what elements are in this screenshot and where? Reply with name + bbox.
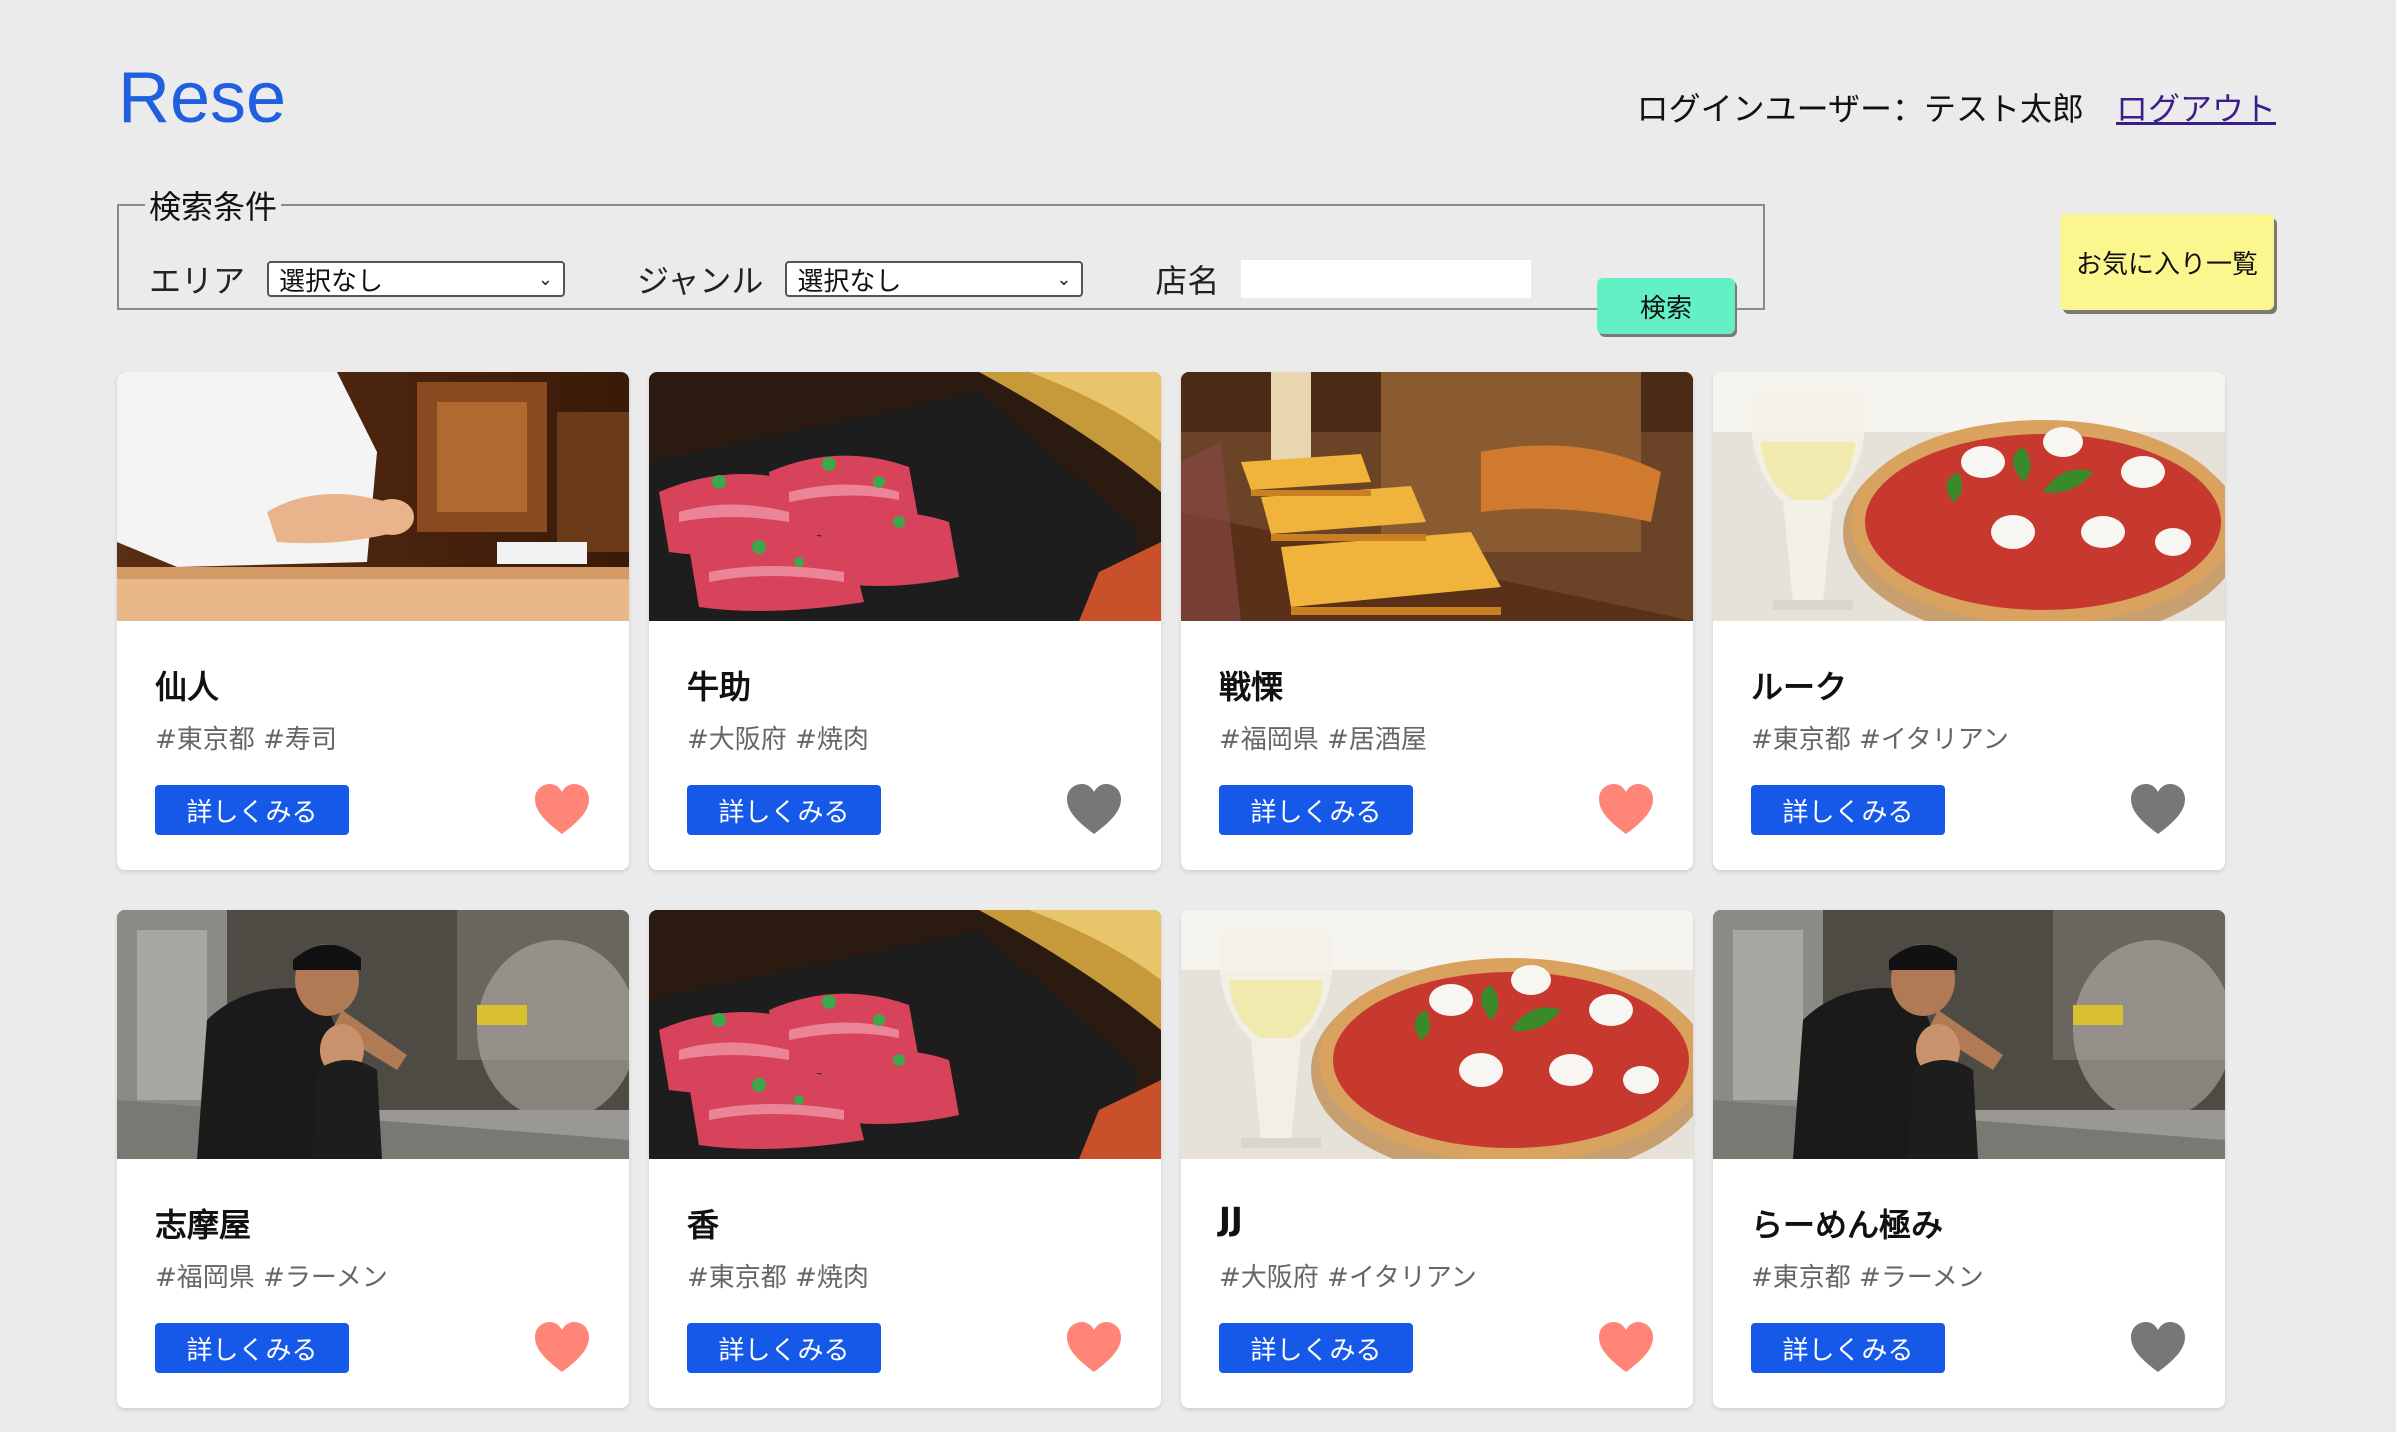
app-logo[interactable]: Rese bbox=[118, 62, 286, 134]
detail-button[interactable]: 詳しくみる bbox=[1751, 1323, 1945, 1373]
shop-name: 戦慄 bbox=[1219, 668, 1284, 706]
shop-name: らーめん極み bbox=[1751, 1206, 1944, 1244]
shop-card: 牛助 #大阪府 #焼肉 詳しくみる bbox=[649, 372, 1161, 870]
shop-image bbox=[117, 372, 629, 621]
shop-card: 香 #東京都 #焼肉 詳しくみる bbox=[649, 910, 1161, 1408]
shop-name-input[interactable] bbox=[1241, 260, 1532, 298]
chevron-down-icon: ⌄ bbox=[537, 268, 554, 290]
logout-link[interactable]: ログアウト bbox=[2116, 84, 2276, 130]
search-row: エリア 選択なし ⌄ ジャンル 選択なし ⌄ 店名 bbox=[149, 256, 1532, 302]
search-panel: 検索条件 エリア 選択なし ⌄ ジャンル 選択なし ⌄ 店名 検索 bbox=[117, 182, 1765, 334]
shop-name: JJ bbox=[1219, 1200, 1243, 1238]
detail-button[interactable]: 詳しくみる bbox=[1751, 785, 1945, 835]
shop-card: 志摩屋 #福岡県 #ラーメン 詳しくみる bbox=[117, 910, 629, 1408]
shop-image bbox=[117, 910, 629, 1159]
heart-icon[interactable] bbox=[1065, 782, 1123, 838]
detail-button[interactable]: 詳しくみる bbox=[687, 1323, 881, 1373]
shop-name: 志摩屋 bbox=[155, 1206, 252, 1244]
shop-name: 仙人 bbox=[155, 668, 220, 706]
area-select-value: 選択なし bbox=[279, 266, 384, 297]
shop-name: 香 bbox=[687, 1206, 720, 1244]
shop-card: らーめん極み #東京都 #ラーメン 詳しくみる bbox=[1713, 910, 2225, 1408]
shop-tags: #福岡県 #居酒屋 bbox=[1219, 725, 1427, 755]
genre-label: ジャンル bbox=[637, 262, 764, 300]
shop-tags: #東京都 #イタリアン bbox=[1751, 725, 2009, 755]
shop-tags: #大阪府 #イタリアン bbox=[1219, 1263, 1477, 1293]
heart-filled-icon[interactable] bbox=[1597, 1320, 1655, 1376]
search-button[interactable]: 検索 bbox=[1597, 278, 1735, 334]
detail-button[interactable]: 詳しくみる bbox=[687, 785, 881, 835]
area-select[interactable]: 選択なし ⌄ bbox=[267, 261, 566, 297]
shop-tags: #東京都 #ラーメン bbox=[1751, 1263, 1984, 1293]
shop-tags: #大阪府 #焼肉 bbox=[687, 725, 869, 755]
detail-button[interactable]: 詳しくみる bbox=[155, 1323, 349, 1373]
shop-image bbox=[1713, 372, 2225, 621]
heart-filled-icon[interactable] bbox=[1065, 1320, 1123, 1376]
shop-card: 戦慄 #福岡県 #居酒屋 詳しくみる bbox=[1181, 372, 1693, 870]
heart-filled-icon[interactable] bbox=[533, 1320, 591, 1376]
heart-icon[interactable] bbox=[2129, 1320, 2187, 1376]
shop-image bbox=[1181, 910, 1693, 1159]
shop-tags: #東京都 #焼肉 bbox=[687, 1263, 869, 1293]
detail-button[interactable]: 詳しくみる bbox=[1219, 785, 1413, 835]
shop-tags: #東京都 #寿司 bbox=[155, 725, 337, 755]
shop-image bbox=[1713, 910, 2225, 1159]
genre-select-value: 選択なし bbox=[797, 266, 902, 297]
detail-button[interactable]: 詳しくみる bbox=[1219, 1323, 1413, 1373]
shop-name-label: 店名 bbox=[1155, 262, 1220, 300]
area-label: エリア bbox=[149, 262, 246, 300]
user-area: ログインユーザー：テスト太郎 ログアウト bbox=[1637, 84, 2276, 130]
shop-image bbox=[1181, 372, 1693, 621]
favorites-list-button[interactable]: お気に入り一覧 bbox=[2060, 214, 2274, 310]
page: Rese ログインユーザー：テスト太郎 ログアウト 検索条件 エリア 選択なし … bbox=[0, 0, 2396, 1432]
shop-tags: #福岡県 #ラーメン bbox=[155, 1263, 388, 1293]
genre-select[interactable]: 選択なし ⌄ bbox=[785, 261, 1084, 297]
search-legend: 検索条件 bbox=[149, 188, 278, 226]
shop-name: 牛助 bbox=[687, 668, 752, 706]
shop-card: JJ #大阪府 #イタリアン 詳しくみる bbox=[1181, 910, 1693, 1408]
shop-card: ルーク #東京都 #イタリアン 詳しくみる bbox=[1713, 372, 2225, 870]
shop-image bbox=[649, 372, 1161, 621]
heart-filled-icon[interactable] bbox=[1597, 782, 1655, 838]
heart-filled-icon[interactable] bbox=[533, 782, 591, 838]
detail-button[interactable]: 詳しくみる bbox=[155, 785, 349, 835]
shop-name: ルーク bbox=[1751, 668, 1848, 706]
chevron-down-icon: ⌄ bbox=[1056, 268, 1072, 290]
shop-card: 仙人 #東京都 #寿司 詳しくみる bbox=[117, 372, 629, 870]
heart-icon[interactable] bbox=[2129, 782, 2187, 838]
shop-image bbox=[649, 910, 1161, 1159]
shop-grid: 仙人 #東京都 #寿司 詳しくみる 牛助 #大阪府 #焼肉 詳しくみる 戦慄 #… bbox=[117, 372, 2225, 1408]
login-user-label: ログインユーザー：テスト太郎 bbox=[1636, 90, 2084, 128]
